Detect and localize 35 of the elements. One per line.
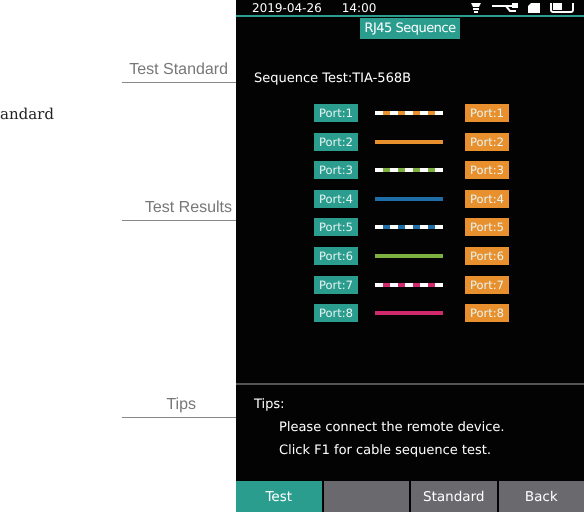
battery-icon (550, 2, 576, 12)
sd-card-icon (528, 2, 540, 12)
softkey-button[interactable]: Back (498, 481, 584, 512)
near-port-label: Port:5 (314, 218, 358, 236)
near-port-label: Port:7 (314, 276, 358, 294)
tip-text: Click F1 for cable sequence test. (278, 442, 492, 460)
far-port-label: Port:1 (465, 104, 509, 122)
softkey-button[interactable] (324, 481, 409, 512)
far-port-label: Port:7 (465, 276, 509, 294)
near-port-label: Port:3 (314, 161, 358, 180)
near-port-label: Port:4 (314, 190, 358, 208)
time-text: 14:00 (342, 0, 376, 14)
near-port-label: Port:2 (314, 132, 358, 151)
near-port-label: Port:6 (314, 246, 358, 265)
far-port-label: Port:4 (465, 190, 509, 208)
tip-text: Please connect the remote device. (278, 419, 506, 437)
usb-icon (492, 2, 518, 12)
heading-text: andard (0, 105, 54, 123)
annotation-label: Tips (166, 395, 196, 415)
far-port-label: Port:6 (465, 246, 509, 265)
softkey-button[interactable]: Test (236, 481, 322, 512)
near-port-label: Port:8 (314, 304, 358, 322)
tips-heading: Tips: (254, 396, 286, 414)
far-port-label: Port:3 (465, 161, 509, 180)
far-port-label: Port:5 (465, 218, 509, 236)
lightbulb-icon (470, 2, 482, 12)
softkey-button[interactable]: Standard (411, 481, 496, 512)
annotation-label: Test Results (144, 198, 232, 218)
far-port-label: Port:2 (465, 132, 509, 151)
far-port-label: Port:8 (465, 304, 509, 322)
near-port-label: Port:1 (314, 104, 358, 122)
sequence-test-text: Sequence Test:TIA-568B (254, 71, 412, 86)
annotation-label: Test Standard (129, 60, 228, 80)
screen-title: RJ45 Sequence (360, 18, 460, 39)
date-text: 2019-04-26 (252, 0, 322, 14)
